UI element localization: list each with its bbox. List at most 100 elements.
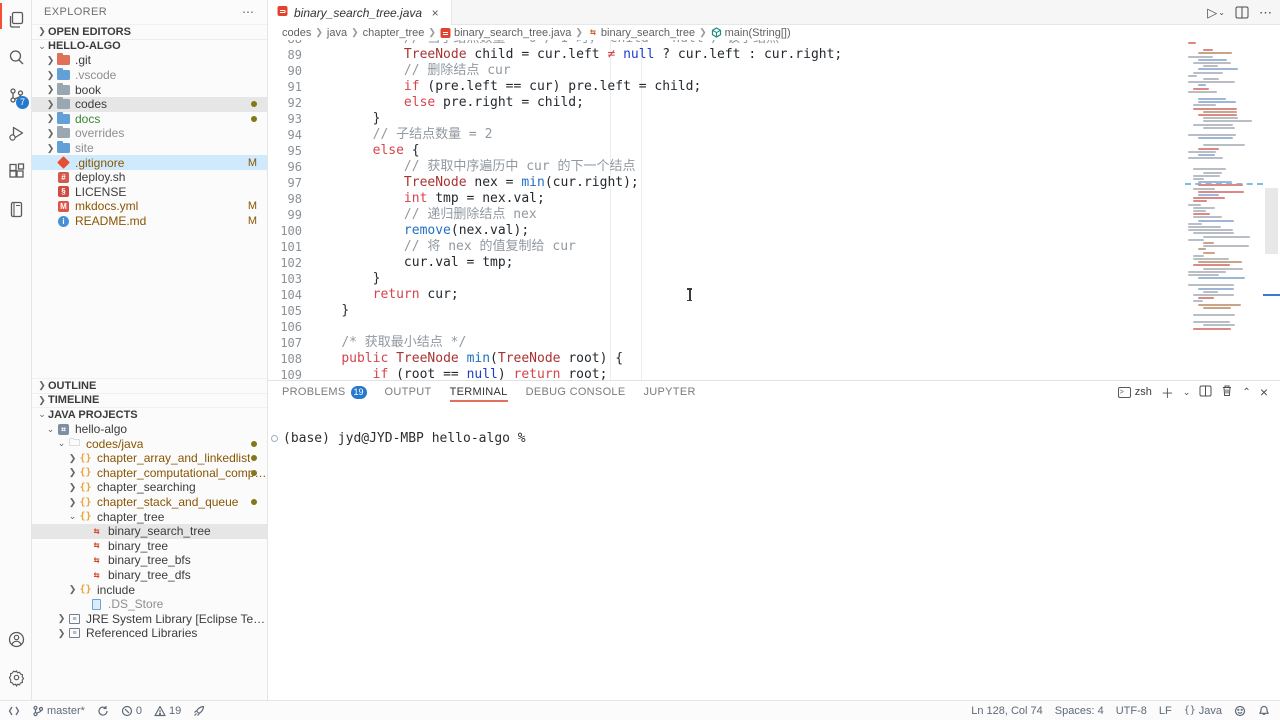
chevron-down-icon[interactable]: ⌄ <box>45 424 56 435</box>
minimap[interactable] <box>1185 40 1263 380</box>
indentation[interactable]: Spaces: 4 <box>1055 705 1104 717</box>
panel-tab-output[interactable]: OUTPUT <box>385 381 432 403</box>
chevron-right-icon[interactable]: ❯ <box>45 70 56 81</box>
chevron-right-icon[interactable]: ❯ <box>67 453 78 464</box>
chevron-right-icon[interactable]: ❯ <box>67 482 78 493</box>
extensions-icon[interactable] <box>0 152 32 190</box>
tree-item-hello-algo[interactable]: ⌄⌗hello-algo <box>32 422 267 437</box>
chevron-right-icon[interactable]: ❯ <box>67 467 78 478</box>
terminal-dropdown-icon[interactable]: ⌄ <box>1183 387 1191 398</box>
tree-item-codes-java[interactable]: ⌄🗀codes/java <box>32 436 267 451</box>
chevron-right-icon[interactable]: ❯ <box>45 99 56 110</box>
chevron-down-icon[interactable]: ⌄ <box>56 438 67 449</box>
tree-item-readme-md[interactable]: iREADME.mdM <box>32 214 267 229</box>
tree-item-book[interactable]: ❯book <box>32 82 267 97</box>
timeline-section[interactable]: ❯ TIMELINE <box>32 393 267 408</box>
tree-item-chapter-searching[interactable]: ❯{}chapter_searching <box>32 480 267 495</box>
sync-button[interactable] <box>97 705 109 717</box>
tree-item-chapter-stack-and-queue[interactable]: ❯{}chapter_stack_and_queue <box>32 495 267 510</box>
tab-binary-search-tree[interactable]: binary_search_tree.java × <box>268 0 452 25</box>
tree-item-license[interactable]: §LICENSE <box>32 185 267 200</box>
explorer-icon[interactable] <box>0 0 32 38</box>
tree-item-docs[interactable]: ❯docs <box>32 112 267 127</box>
chevron-right-icon[interactable]: ❯ <box>67 584 78 595</box>
tree-item-site[interactable]: ❯site <box>32 141 267 156</box>
open-editors-section[interactable]: ❯ OPEN EDITORS <box>32 24 267 39</box>
breadcrumb-item[interactable]: binary_search_tree.java <box>440 27 571 39</box>
settings-gear-icon[interactable] <box>0 658 32 696</box>
source-control-icon[interactable]: 7 <box>0 76 32 114</box>
panel-tab-debug-console[interactable]: DEBUG CONSOLE <box>526 381 626 403</box>
tree-item-mkdocs-yml[interactable]: Mmkdocs.ymlM <box>32 199 267 214</box>
run-debug-icon[interactable] <box>0 114 32 152</box>
close-icon[interactable]: × <box>428 6 442 20</box>
tree-item-chapter-tree[interactable]: ⌄{}chapter_tree <box>32 509 267 524</box>
warnings-count[interactable]: 19 <box>154 705 181 717</box>
java-projects-section[interactable]: ⌄ JAVA PROJECTS <box>32 407 267 422</box>
eol[interactable]: LF <box>1159 705 1172 717</box>
breadcrumb-item[interactable]: chapter_tree <box>363 27 425 39</box>
split-editor-button[interactable] <box>1235 6 1249 19</box>
new-terminal-button[interactable]: ＋ <box>1161 383 1174 402</box>
tree-item-codes[interactable]: ❯codes <box>32 97 267 112</box>
more-actions-button[interactable]: ⋯ <box>1259 5 1272 21</box>
panel-tab-problems[interactable]: PROBLEMS19 <box>282 381 367 403</box>
chevron-right-icon[interactable]: ❯ <box>67 497 78 508</box>
root-folder-section[interactable]: ⌄ HELLO-ALGO <box>32 39 267 54</box>
terminal[interactable]: (base) jyd@JYD-MBP hello-algo % <box>268 403 1280 700</box>
tree-item-binary-tree-dfs[interactable]: ⇆binary_tree_dfs <box>32 568 267 583</box>
shell-selector[interactable]: > zsh <box>1118 386 1152 398</box>
tree-item--git[interactable]: ❯.git <box>32 53 267 68</box>
chevron-down-icon[interactable]: ⌄ <box>67 511 78 522</box>
breadcrumb-item[interactable]: java <box>327 27 347 39</box>
errors-count[interactable]: 0 <box>121 705 142 717</box>
search-icon[interactable] <box>0 38 32 76</box>
tree-item--vscode[interactable]: ❯.vscode <box>32 68 267 83</box>
accounts-icon[interactable] <box>0 620 32 658</box>
chevron-right-icon[interactable]: ❯ <box>56 613 67 624</box>
chevron-right-icon[interactable]: ❯ <box>45 128 56 139</box>
chevron-right-icon[interactable]: ❯ <box>45 55 56 66</box>
language-mode[interactable]: {}Java <box>1184 705 1222 717</box>
breadcrumb-item[interactable]: codes <box>282 27 311 39</box>
tree-item-jre-system-library-eclipse-temurin-17-17-[interactable]: ❯≡JRE System Library [Eclipse Temurin 17… <box>32 612 267 627</box>
tree-item-chapter-array-and-linkedlist[interactable]: ❯{}chapter_array_and_linkedlist <box>32 451 267 466</box>
tree-item-include[interactable]: ❯{}include <box>32 582 267 597</box>
breadcrumb-item[interactable]: main(String[]) <box>711 27 791 39</box>
scrollbar-thumb[interactable] <box>1265 188 1278 254</box>
panel-tab-jupyter[interactable]: JUPYTER <box>643 381 695 403</box>
code-line-96: 96 // 获取中序遍历中 cur 的下一个结点 <box>268 159 1185 175</box>
java-server-status[interactable] <box>193 705 205 717</box>
chevron-right-icon[interactable]: ❯ <box>45 84 56 95</box>
split-terminal-button[interactable] <box>1199 385 1212 400</box>
git-branch[interactable]: master* <box>32 705 85 717</box>
close-panel-icon[interactable]: × <box>1260 384 1268 400</box>
tree-item-binary-search-tree[interactable]: ⇆binary_search_tree <box>32 524 267 539</box>
tree-item-chapter-computational-complexity[interactable]: ❯{}chapter_computational_complexity <box>32 466 267 481</box>
overview-ruler[interactable] <box>1263 40 1280 380</box>
tree-item-overrides[interactable]: ❯overrides <box>32 126 267 141</box>
tree-item-binary-tree-bfs[interactable]: ⇆binary_tree_bfs <box>32 553 267 568</box>
run-button[interactable]: ▷⌄ <box>1207 5 1225 21</box>
tree-item-deploy-sh[interactable]: #deploy.sh <box>32 170 267 185</box>
tree-item--ds-store[interactable]: .DS_Store <box>32 597 267 612</box>
encoding[interactable]: UTF-8 <box>1116 705 1147 717</box>
feedback-smiley[interactable] <box>1234 705 1246 717</box>
code-editor[interactable]: 88 // 当子结点数量 = 0 / 1 时， child = null / 该… <box>268 40 1185 380</box>
kill-terminal-button[interactable] <box>1221 384 1233 400</box>
outline-section[interactable]: ❯ OUTLINE <box>32 378 267 393</box>
chevron-right-icon[interactable]: ❯ <box>56 628 67 639</box>
remote-indicator[interactable] <box>8 705 20 717</box>
cursor-position[interactable]: Ln 128, Col 74 <box>971 705 1043 717</box>
tree-item-binary-tree[interactable]: ⇆binary_tree <box>32 539 267 554</box>
panel-tab-terminal[interactable]: TERMINAL <box>450 381 508 403</box>
chevron-right-icon[interactable]: ❯ <box>45 113 56 124</box>
tree-item-referenced-libraries[interactable]: ❯≡Referenced Libraries <box>32 626 267 641</box>
notebook-icon[interactable] <box>0 190 32 228</box>
chevron-right-icon[interactable]: ❯ <box>45 143 56 154</box>
maximize-panel-icon[interactable]: ⌃ <box>1242 387 1250 398</box>
breadcrumb-item[interactable]: ⇆binary_search_tree <box>587 27 695 39</box>
notifications-bell[interactable] <box>1258 705 1270 717</box>
tree-item--gitignore[interactable]: .gitignoreM <box>32 155 267 170</box>
more-actions-icon[interactable]: ⋯ <box>242 5 255 19</box>
